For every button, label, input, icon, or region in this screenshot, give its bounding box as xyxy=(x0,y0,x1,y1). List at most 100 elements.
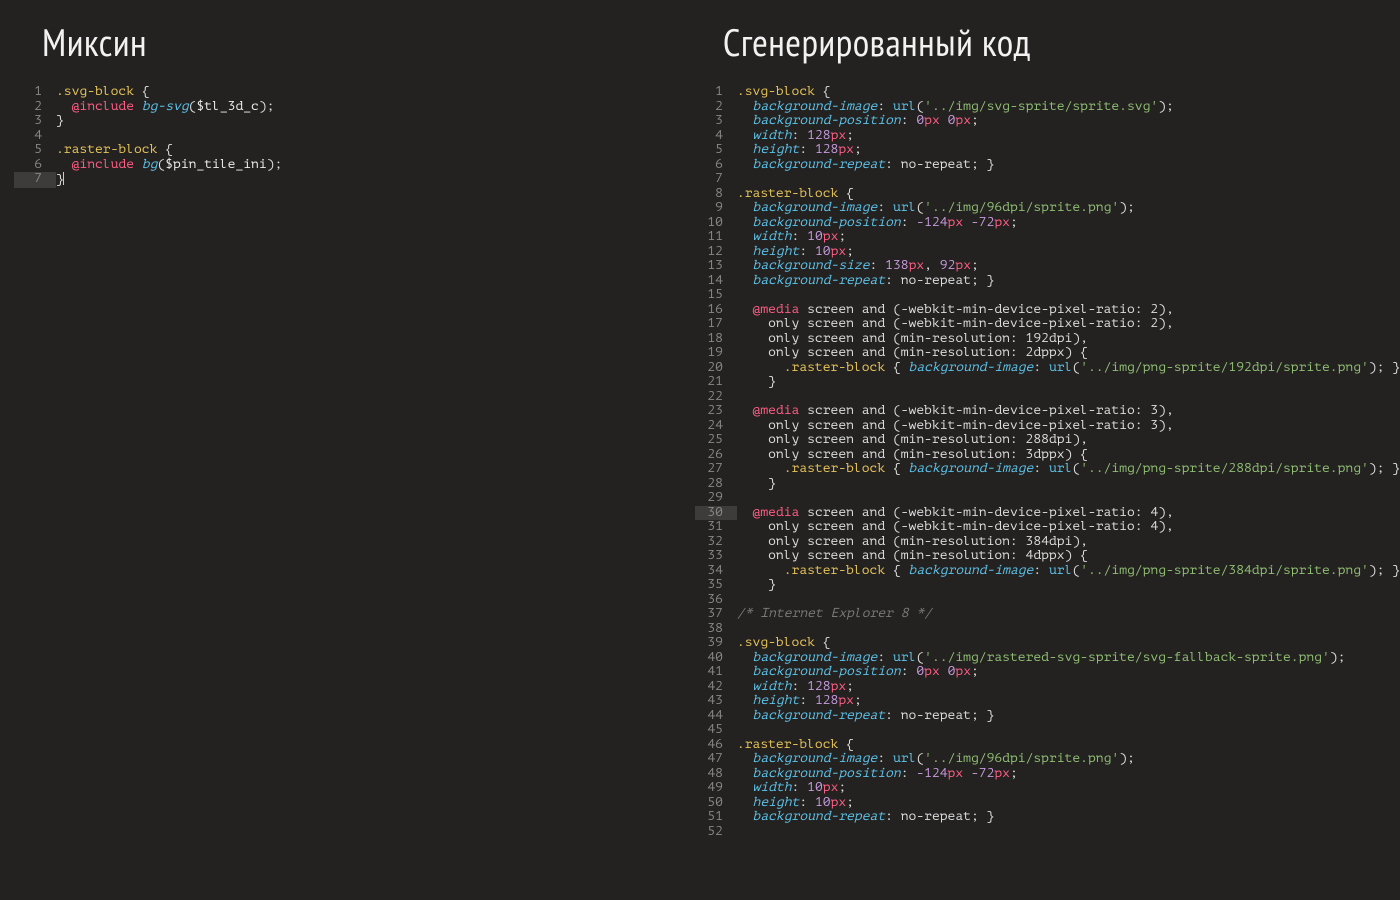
code-line[interactable]: 6 background-repeat: no-repeat; } xyxy=(695,158,1400,173)
code-line[interactable]: 17 only screen and (-webkit-min-device-p… xyxy=(695,317,1400,332)
code-line[interactable]: 28 } xyxy=(695,477,1400,492)
code-content[interactable]: only screen and (-webkit-min-device-pixe… xyxy=(737,317,1400,332)
code-content[interactable]: width: 128px; xyxy=(737,680,1400,695)
code-content[interactable]: background-position: -124px -72px; xyxy=(737,216,1400,231)
code-line[interactable]: 13 background-size: 138px, 92px; xyxy=(695,259,1400,274)
code-line[interactable]: 23 @media screen and (-webkit-min-device… xyxy=(695,404,1400,419)
code-content[interactable] xyxy=(737,288,1400,303)
code-line[interactable]: 32 only screen and (min-resolution: 384d… xyxy=(695,535,1400,550)
code-line[interactable]: 20 .raster-block { background-image: url… xyxy=(695,361,1400,376)
code-line[interactable]: 24 only screen and (-webkit-min-device-p… xyxy=(695,419,1400,434)
code-content[interactable] xyxy=(737,622,1400,637)
code-content[interactable]: } xyxy=(56,114,681,129)
code-line[interactable]: 4 xyxy=(14,129,681,144)
code-content[interactable]: .raster-block { xyxy=(737,738,1400,753)
code-line[interactable]: 33 only screen and (min-resolution: 4dpp… xyxy=(695,549,1400,564)
code-content[interactable]: only screen and (min-resolution: 192dpi)… xyxy=(737,332,1400,347)
code-line[interactable]: 42 width: 128px; xyxy=(695,680,1400,695)
code-content[interactable]: background-repeat: no-repeat; } xyxy=(737,709,1400,724)
code-content[interactable]: only screen and (-webkit-min-device-pixe… xyxy=(737,419,1400,434)
code-content[interactable]: } xyxy=(737,578,1400,593)
code-line[interactable]: 44 background-repeat: no-repeat; } xyxy=(695,709,1400,724)
code-line[interactable]: 25 only screen and (min-resolution: 288d… xyxy=(695,433,1400,448)
code-content[interactable]: @media screen and (-webkit-min-device-pi… xyxy=(737,506,1400,521)
code-content[interactable]: .raster-block { background-image: url('.… xyxy=(737,564,1400,579)
code-content[interactable]: only screen and (min-resolution: 4dppx) … xyxy=(737,549,1400,564)
code-line[interactable]: 47 background-image: url('../img/96dpi/s… xyxy=(695,752,1400,767)
code-line[interactable]: 14 background-repeat: no-repeat; } xyxy=(695,274,1400,289)
code-line[interactable]: 21 } xyxy=(695,375,1400,390)
code-content[interactable]: height: 128px; xyxy=(737,143,1400,158)
code-line[interactable]: 45 xyxy=(695,723,1400,738)
code-line[interactable]: 9 background-image: url('../img/96dpi/sp… xyxy=(695,201,1400,216)
code-line[interactable]: 27 .raster-block { background-image: url… xyxy=(695,462,1400,477)
code-line[interactable]: 43 height: 128px; xyxy=(695,694,1400,709)
code-content[interactable]: } xyxy=(737,375,1400,390)
code-line[interactable]: 37/* Internet Explorer 8 */ xyxy=(695,607,1400,622)
code-content[interactable]: background-position: 0px 0px; xyxy=(737,114,1400,129)
code-line[interactable]: 18 only screen and (min-resolution: 192d… xyxy=(695,332,1400,347)
code-content[interactable] xyxy=(737,491,1400,506)
code-content[interactable]: .raster-block { background-image: url('.… xyxy=(737,361,1400,376)
code-content[interactable]: @include bg-svg($tl_3d_c); xyxy=(56,100,681,115)
code-content[interactable]: @include bg($pin_tile_ini); xyxy=(56,158,681,173)
code-line[interactable]: 30 @media screen and (-webkit-min-device… xyxy=(695,506,1400,521)
code-line[interactable]: 10 background-position: -124px -72px; xyxy=(695,216,1400,231)
code-content[interactable]: } xyxy=(56,172,681,188)
code-line[interactable]: 31 only screen and (-webkit-min-device-p… xyxy=(695,520,1400,535)
code-line[interactable]: 34 .raster-block { background-image: url… xyxy=(695,564,1400,579)
code-content[interactable]: background-image: url('../img/svg-sprite… xyxy=(737,100,1400,115)
code-line[interactable]: 3 background-position: 0px 0px; xyxy=(695,114,1400,129)
code-content[interactable]: background-position: 0px 0px; xyxy=(737,665,1400,680)
code-content[interactable]: .svg-block { xyxy=(737,636,1400,651)
code-content[interactable]: width: 10px; xyxy=(737,230,1400,245)
code-line[interactable]: 5 height: 128px; xyxy=(695,143,1400,158)
code-content[interactable]: .svg-block { xyxy=(737,85,1400,100)
code-line[interactable]: 1.svg-block { xyxy=(695,85,1400,100)
code-line[interactable]: 5.raster-block { xyxy=(14,143,681,158)
code-content[interactable]: only screen and (min-resolution: 288dpi)… xyxy=(737,433,1400,448)
code-line[interactable]: 4 width: 128px; xyxy=(695,129,1400,144)
code-content[interactable]: } xyxy=(737,477,1400,492)
code-content[interactable] xyxy=(737,593,1400,608)
code-line[interactable]: 2 background-image: url('../img/svg-spri… xyxy=(695,100,1400,115)
code-line[interactable]: 35 } xyxy=(695,578,1400,593)
code-line[interactable]: 7 xyxy=(695,172,1400,187)
code-content[interactable]: only screen and (-webkit-min-device-pixe… xyxy=(737,520,1400,535)
code-line[interactable]: 48 background-position: -124px -72px; xyxy=(695,767,1400,782)
code-line[interactable]: 40 background-image: url('../img/rastere… xyxy=(695,651,1400,666)
code-content[interactable]: background-repeat: no-repeat; } xyxy=(737,810,1400,825)
code-line[interactable]: 41 background-position: 0px 0px; xyxy=(695,665,1400,680)
code-line[interactable]: 11 width: 10px; xyxy=(695,230,1400,245)
code-line[interactable]: 2 @include bg-svg($tl_3d_c); xyxy=(14,100,681,115)
code-line[interactable]: 39.svg-block { xyxy=(695,636,1400,651)
code-content[interactable]: .svg-block { xyxy=(56,85,681,100)
code-line[interactable]: 36 xyxy=(695,593,1400,608)
code-line[interactable]: 7} xyxy=(14,172,681,188)
code-content[interactable]: /* Internet Explorer 8 */ xyxy=(737,607,1400,622)
code-line[interactable]: 19 only screen and (min-resolution: 2dpp… xyxy=(695,346,1400,361)
left-code-editor[interactable]: 1.svg-block {2 @include bg-svg($tl_3d_c)… xyxy=(0,85,681,188)
code-content[interactable]: background-image: url('../img/96dpi/spri… xyxy=(737,752,1400,767)
code-content[interactable]: only screen and (min-resolution: 3dppx) … xyxy=(737,448,1400,463)
code-content[interactable]: background-image: url('../img/96dpi/spri… xyxy=(737,201,1400,216)
code-content[interactable] xyxy=(737,172,1400,187)
code-content[interactable] xyxy=(737,390,1400,405)
code-content[interactable]: background-repeat: no-repeat; } xyxy=(737,158,1400,173)
code-content[interactable]: only screen and (min-resolution: 2dppx) … xyxy=(737,346,1400,361)
code-line[interactable]: 12 height: 10px; xyxy=(695,245,1400,260)
code-line[interactable]: 15 xyxy=(695,288,1400,303)
code-line[interactable]: 51 background-repeat: no-repeat; } xyxy=(695,810,1400,825)
code-content[interactable]: height: 10px; xyxy=(737,796,1400,811)
code-content[interactable]: width: 128px; xyxy=(737,129,1400,144)
code-line[interactable]: 46.raster-block { xyxy=(695,738,1400,753)
code-line[interactable]: 52 xyxy=(695,825,1400,840)
code-content[interactable]: background-repeat: no-repeat; } xyxy=(737,274,1400,289)
code-line[interactable]: 50 height: 10px; xyxy=(695,796,1400,811)
code-content[interactable]: .raster-block { background-image: url('.… xyxy=(737,462,1400,477)
right-code-editor[interactable]: 1.svg-block {2 background-image: url('..… xyxy=(681,85,1400,839)
code-content[interactable] xyxy=(737,723,1400,738)
code-line[interactable]: 3} xyxy=(14,114,681,129)
code-content[interactable]: height: 10px; xyxy=(737,245,1400,260)
code-content[interactable]: @media screen and (-webkit-min-device-pi… xyxy=(737,404,1400,419)
